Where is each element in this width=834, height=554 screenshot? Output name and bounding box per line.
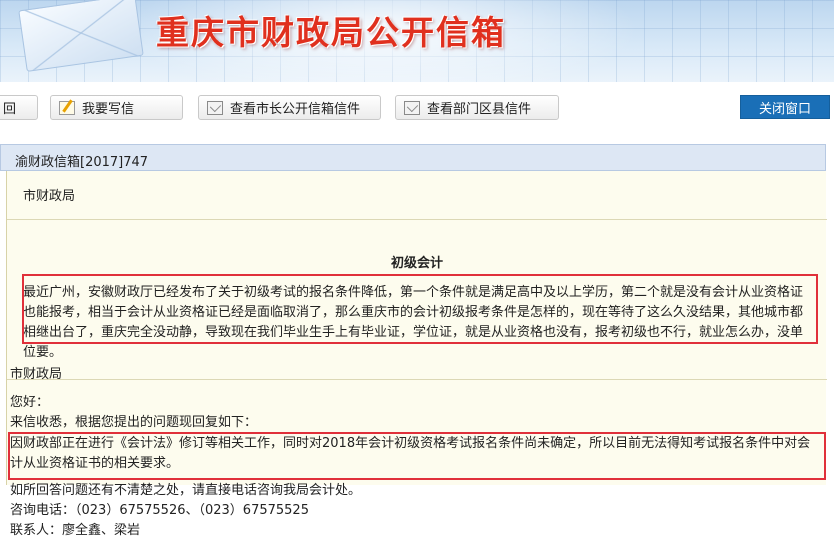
department-letters-button[interactable]: 查看部门区县信件 [395, 95, 559, 120]
question-highlight-box [22, 274, 818, 344]
letter-recipient: 市财政局 [23, 189, 76, 204]
reply-contact-note: 如所回答问题还有不清楚之处，请直接电话咨询我局会计处。 [10, 483, 362, 498]
letter-content: 渝财政信箱[2017]747 市财政局 初级会计 最近广州，安徽财政厅已经发布了… [0, 144, 834, 554]
divider [7, 379, 827, 380]
department-letters-label: 查看部门区县信件 [427, 102, 532, 117]
mail-icon [404, 100, 420, 115]
pencil-icon [59, 100, 75, 115]
site-title: 重庆市财政局公开信箱 [156, 13, 506, 52]
reply-highlight-box [8, 432, 826, 480]
close-window-button[interactable]: 关闭窗口 [740, 95, 830, 119]
reply-intro: 来信收悉，根据您提出的问题现回复如下： [10, 415, 258, 430]
mayor-letters-button[interactable]: 查看市长公开信箱信件 [198, 95, 381, 120]
mayor-letters-label: 查看市长公开信箱信件 [230, 102, 361, 117]
letter-number: 渝财政信箱[2017]747 [0, 144, 826, 171]
divider [7, 219, 827, 220]
back-button[interactable]: 回 [0, 95, 38, 120]
write-letter-button[interactable]: 我要写信 [50, 95, 183, 120]
toolbar: 回 我要写信 查看市长公开信箱信件 查看部门区县信件 关闭窗口 [0, 82, 834, 132]
reply-greeting: 您好： [10, 395, 50, 410]
reply-department: 市财政局 [10, 367, 63, 382]
reply-contacts: 联系人：廖全鑫、梁岩 [10, 523, 141, 538]
back-button-label: 回 [3, 102, 17, 117]
header-banner: 重庆市财政局公开信箱 [0, 0, 834, 82]
letter-title: 初级会计 [390, 256, 443, 271]
reply-phone: 咨询电话：（023）67575526、（023）67575525 [10, 503, 309, 518]
mail-icon [207, 100, 223, 115]
write-letter-label: 我要写信 [82, 102, 135, 117]
